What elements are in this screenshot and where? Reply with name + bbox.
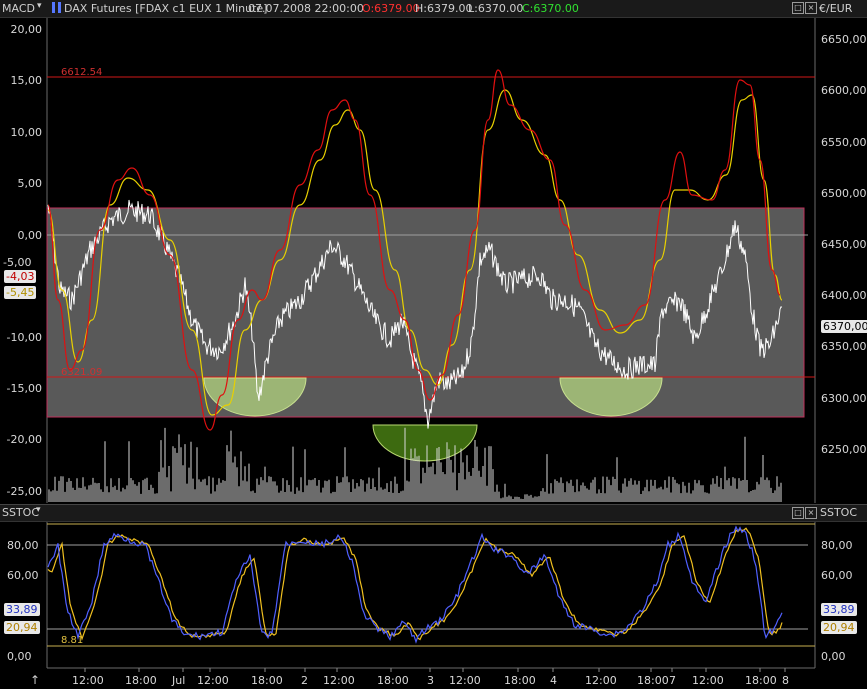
x-axis-label: 18:00 (504, 674, 536, 687)
x-axis-label: 12:00 (72, 674, 104, 687)
x-axis-label: 12:00 (449, 674, 481, 687)
stoch-d-right-tag: 20,94 (821, 621, 857, 634)
stoch-right-axis-label: 0,00 (821, 650, 846, 663)
close-icon[interactable]: × (805, 507, 817, 519)
chevron-down-icon[interactable]: ▾ (36, 505, 41, 515)
x-axis-label: 18:00 (251, 674, 283, 687)
stoch-k-tag: 33,89 (4, 603, 40, 616)
x-axis-label: 18:00 (377, 674, 409, 687)
stoch-right-axis-label: 80,00 (821, 539, 853, 552)
stoch-k-right-tag: 33,89 (821, 603, 857, 616)
x-axis-label: 18:00 (745, 674, 777, 687)
lower-level-label: 6321.09 (61, 367, 102, 378)
x-axis-label: 4 (550, 674, 557, 687)
x-axis-label: 12:00 (692, 674, 724, 687)
x-axis-label: 18:00 (125, 674, 157, 687)
stoch-left-axis-label: 0,00 (7, 650, 32, 663)
stoch-left-axis-label: 80,00 (7, 539, 39, 552)
stoch-left-axis-label: 60,00 (7, 569, 39, 582)
stoch-lower-label: 8.81 (61, 635, 83, 646)
bottom-panel-titlebar: SSTOC ▾ □ × SSTOC (0, 504, 867, 522)
x-axis-label: 2 (301, 674, 308, 687)
sstoc-indicator-label[interactable]: SSTOC (2, 506, 39, 519)
x-axis-label: 7 (669, 674, 676, 687)
x-axis-label: 12:00 (585, 674, 617, 687)
range-box (46, 207, 805, 418)
stoch-d-tag: 20,94 (4, 621, 40, 634)
x-axis-label: 3 (427, 674, 434, 687)
x-axis-label: 12:00 (323, 674, 355, 687)
stoch-k-line (47, 525, 783, 644)
x-axis-label: 8 (782, 674, 789, 687)
chart-canvas: 6612.54 6321.09 96.67 8.81 (46, 18, 816, 672)
stoch-right-axis-label: 60,00 (821, 569, 853, 582)
x-axis-label: 12:00 (197, 674, 229, 687)
x-axis-label: Jul (172, 674, 186, 687)
x-axis-label: 18:00 (637, 674, 669, 687)
sstoc-right-title: SSTOC (820, 506, 858, 519)
scroll-arrow-icon[interactable]: ↑ (30, 673, 40, 687)
minimize-icon[interactable]: □ (792, 507, 804, 519)
upper-level-label: 6612.54 (61, 67, 102, 78)
x-axis: ↑ 12:00 18:00 Jul 12:00 18:00 2 12:00 18… (0, 672, 867, 689)
chart-application: MACD ▾ DAX Futures [FDAX c1 EUX 1 Minute… (0, 0, 867, 689)
